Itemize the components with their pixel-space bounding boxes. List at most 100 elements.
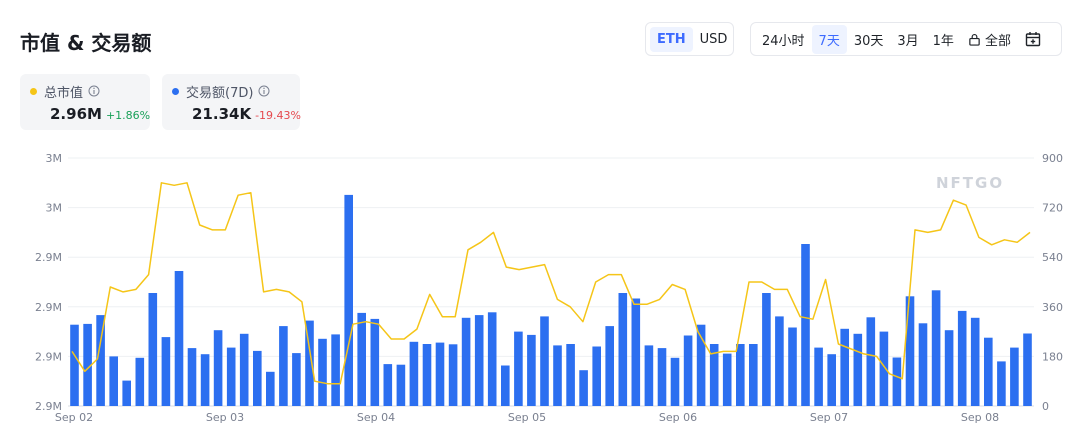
volume-bar[interactable] <box>396 364 406 406</box>
volume-label: 交易额(7D) <box>186 85 254 101</box>
volume-value: 21.34K <box>192 105 252 123</box>
volume-bar[interactable] <box>892 357 902 407</box>
volume-bar[interactable] <box>122 380 131 406</box>
volume-bar[interactable] <box>239 333 249 406</box>
currency-eth-button[interactable]: ETH <box>650 26 693 52</box>
volume-bar[interactable] <box>827 354 836 406</box>
volume-bar[interactable] <box>279 326 288 406</box>
volume-bar[interactable] <box>501 365 510 407</box>
volume-bar[interactable] <box>1023 333 1032 407</box>
page-title: 市值 & 交易额 <box>20 31 152 55</box>
volume-dot <box>172 87 179 95</box>
volume-bar[interactable] <box>931 290 941 406</box>
volume-bar[interactable] <box>1010 347 1019 406</box>
currency-usd-button[interactable]: USD <box>693 27 735 52</box>
right-axis-tick-label: 0 <box>1042 400 1049 413</box>
volume-bar[interactable] <box>683 335 693 407</box>
volume-bar[interactable] <box>226 347 236 406</box>
volume-bar[interactable] <box>566 344 575 406</box>
x-axis-tick-label: Sep 06 <box>659 411 697 424</box>
volume-bar[interactable] <box>344 194 353 406</box>
volume-bar[interactable] <box>592 346 601 407</box>
volume-bar[interactable] <box>318 338 327 406</box>
volume-bar[interactable] <box>70 324 79 406</box>
volume-bar[interactable] <box>148 293 158 406</box>
volume-bar[interactable] <box>370 318 380 406</box>
volume-bar[interactable] <box>957 310 967 406</box>
volume-bar[interactable] <box>174 271 184 406</box>
left-axis-tick-label: 2.9M <box>35 251 62 264</box>
volume-bar[interactable] <box>657 348 667 406</box>
period-3m-button[interactable]: 3月 <box>890 25 925 54</box>
volume-bar[interactable] <box>905 296 915 406</box>
lock-icon <box>969 33 980 46</box>
volume-bar[interactable] <box>253 350 262 406</box>
date-range-button[interactable] <box>1018 26 1048 52</box>
volume-bar[interactable] <box>514 331 523 406</box>
market-cap-card: 总市值 2.96M +1.86% <box>20 74 150 130</box>
x-axis-tick-label: Sep 07 <box>810 411 848 424</box>
volume-bar[interactable] <box>944 330 954 406</box>
volume-bar[interactable] <box>540 316 549 406</box>
volume-bar[interactable] <box>435 342 445 406</box>
volume-bar[interactable] <box>749 344 758 406</box>
volume-bar[interactable] <box>292 353 301 406</box>
volume-bar[interactable] <box>644 345 654 406</box>
volume-bar[interactable] <box>840 328 849 406</box>
volume-bar[interactable] <box>736 344 745 406</box>
volume-bar[interactable] <box>266 371 275 406</box>
info-icon[interactable] <box>258 85 270 97</box>
volume-change: -19.43% <box>255 109 301 122</box>
volume-bar[interactable] <box>383 364 393 406</box>
right-axis-tick-label: 360 <box>1042 301 1063 314</box>
volume-bar[interactable] <box>135 357 145 406</box>
period-all-button[interactable]: 全部 <box>961 25 1018 54</box>
volume-bar[interactable] <box>553 345 562 406</box>
volume-bar[interactable] <box>161 337 171 406</box>
volume-bar[interactable] <box>801 244 810 406</box>
volume-bar[interactable] <box>631 298 641 407</box>
volume-bar[interactable] <box>762 293 771 406</box>
volume-bar[interactable] <box>918 323 928 406</box>
info-icon[interactable] <box>88 85 100 97</box>
volume-bar[interactable] <box>527 334 536 406</box>
volume-bar[interactable] <box>984 337 993 406</box>
market-cap-value: 2.96M <box>50 105 102 123</box>
volume-bar[interactable] <box>788 327 797 407</box>
volume-bar[interactable] <box>200 354 210 406</box>
currency-toggle: ETH USD <box>645 22 734 56</box>
volume-bar[interactable] <box>422 344 432 406</box>
volume-bar[interactable] <box>461 317 471 406</box>
volume-bar[interactable] <box>487 312 497 406</box>
x-axis-tick-label: Sep 02 <box>55 411 93 424</box>
calendar-icon <box>1025 32 1041 47</box>
volume-bar[interactable] <box>213 330 223 406</box>
period-7d-button[interactable]: 7天 <box>811 24 847 54</box>
period-30d-button[interactable]: 30天 <box>847 25 891 54</box>
volume-bar[interactable] <box>722 353 732 406</box>
volume-bar[interactable] <box>618 293 628 406</box>
volume-bar[interactable] <box>853 333 863 406</box>
volume-bar[interactable] <box>775 316 784 406</box>
volume-bar[interactable] <box>866 317 876 406</box>
volume-bar[interactable] <box>448 344 458 406</box>
volume-bar[interactable] <box>997 361 1006 406</box>
volume-bar[interactable] <box>331 334 340 406</box>
period-selector: 24小时 7天 30天 3月 1年 全部 <box>750 22 1062 56</box>
volume-bar[interactable] <box>357 312 366 406</box>
volume-bars <box>70 194 1032 407</box>
volume-bar[interactable] <box>579 370 588 406</box>
period-all-label: 全部 <box>984 33 1011 49</box>
market-cap-dot <box>30 87 37 95</box>
volume-bar[interactable] <box>879 331 889 406</box>
volume-bar[interactable] <box>187 348 197 406</box>
volume-bar[interactable] <box>605 326 614 406</box>
volume-bar[interactable] <box>109 356 118 406</box>
period-24h-button[interactable]: 24小时 <box>755 25 812 54</box>
volume-bar[interactable] <box>814 347 823 406</box>
volume-bar[interactable] <box>670 357 680 406</box>
volume-bar[interactable] <box>409 341 419 406</box>
volume-bar[interactable] <box>474 315 484 406</box>
volume-bar[interactable] <box>970 317 980 406</box>
period-1y-button[interactable]: 1年 <box>926 25 961 54</box>
